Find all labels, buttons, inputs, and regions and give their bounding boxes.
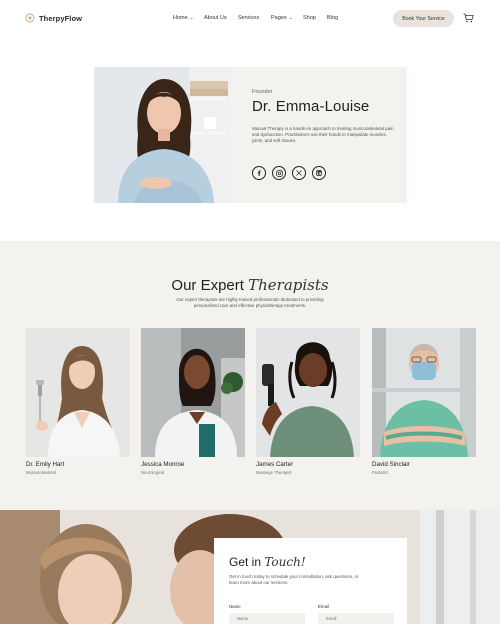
nav-item-label: Blog [327,15,339,21]
facebook-icon[interactable] [252,166,266,180]
experts-heading: Our Expert Therapists [0,276,500,294]
founder-bio: Manual Therapy is a hands-on approach to… [252,126,394,143]
top-navbar: TherpyFlow Home ⌄ About Us Services Page… [0,0,500,38]
therapist-name: Dr. Emily Hart [26,461,65,468]
main-menu: Home ⌄ About Us Services Pages ⌄ Shop Bl… [173,15,347,21]
nav-item-label: About Us [204,15,227,21]
x-icon[interactable] [292,166,306,180]
logo-icon [25,13,35,23]
therapist-photo [256,328,360,457]
therapist-card[interactable]: Jessica Monroe Neurological [141,328,245,475]
therapist-name: Jessica Monroe [141,461,185,468]
nav-item-shop[interactable]: Shop [303,15,327,21]
name-input[interactable] [229,613,305,624]
instagram-icon[interactable] [272,166,286,180]
chevron-down-icon: ⌄ [288,15,293,21]
nav-item-label: Pages [271,15,287,21]
logo[interactable]: TherpyFlow [25,13,82,23]
email-input[interactable] [318,613,394,624]
therapist-card[interactable]: James Carter Massage Therapist [256,328,360,475]
name-label: Name [229,604,241,609]
therapist-name: James Carter [256,461,294,468]
nav-item-label: Services [238,15,260,21]
heading-script: Therapists [248,276,329,294]
therapist-photo [26,328,130,457]
therapist-role: Pediatric [372,470,389,475]
heading-script: Touch! [264,555,306,569]
nav-item-pages[interactable]: Pages ⌄ [271,15,303,21]
nav-item-home[interactable]: Home ⌄ [173,15,204,21]
founder-role: Founder [252,89,273,95]
founder-photo [94,67,230,203]
contact-heading: Get in Touch! [229,555,306,569]
founder-portrait-image [94,67,230,203]
heading-plain: Get in [229,555,262,569]
founder-social-links [252,166,326,180]
nav-item-label: Home [173,15,188,21]
book-service-button[interactable]: Book Your Service [393,10,454,27]
founder-name: Dr. Emma-Louise [252,98,370,115]
brand-name: TherpyFlow [39,13,83,23]
therapist-card[interactable]: Dr. Emily Hart Musculoskeletal [26,328,130,475]
therapist-photo [372,328,476,457]
heading-plain: Our Expert [171,277,244,294]
linkedin-icon[interactable] [312,166,326,180]
therapist-role: Neurological [141,470,165,475]
therapist-role: Massage Therapist [256,470,292,475]
nav-item-services[interactable]: Services [238,15,271,21]
chevron-down-icon: ⌄ [189,15,194,21]
therapist-card[interactable]: David Sinclair Pediatric [372,328,476,475]
nav-item-about-us[interactable]: About Us [204,15,238,21]
therapist-role: Musculoskeletal [26,470,56,475]
therapist-photo [141,328,245,457]
experts-subtitle: Our expert therapists are highly trained… [176,297,324,308]
cart-icon[interactable] [463,13,474,23]
nav-item-blog[interactable]: Blog [327,15,347,21]
nav-item-label: Shop [303,15,316,21]
therapist-name: David Sinclair [372,461,410,468]
email-label: Email [318,604,329,609]
contact-subtitle: Get in touch today to schedule your cons… [229,574,359,585]
